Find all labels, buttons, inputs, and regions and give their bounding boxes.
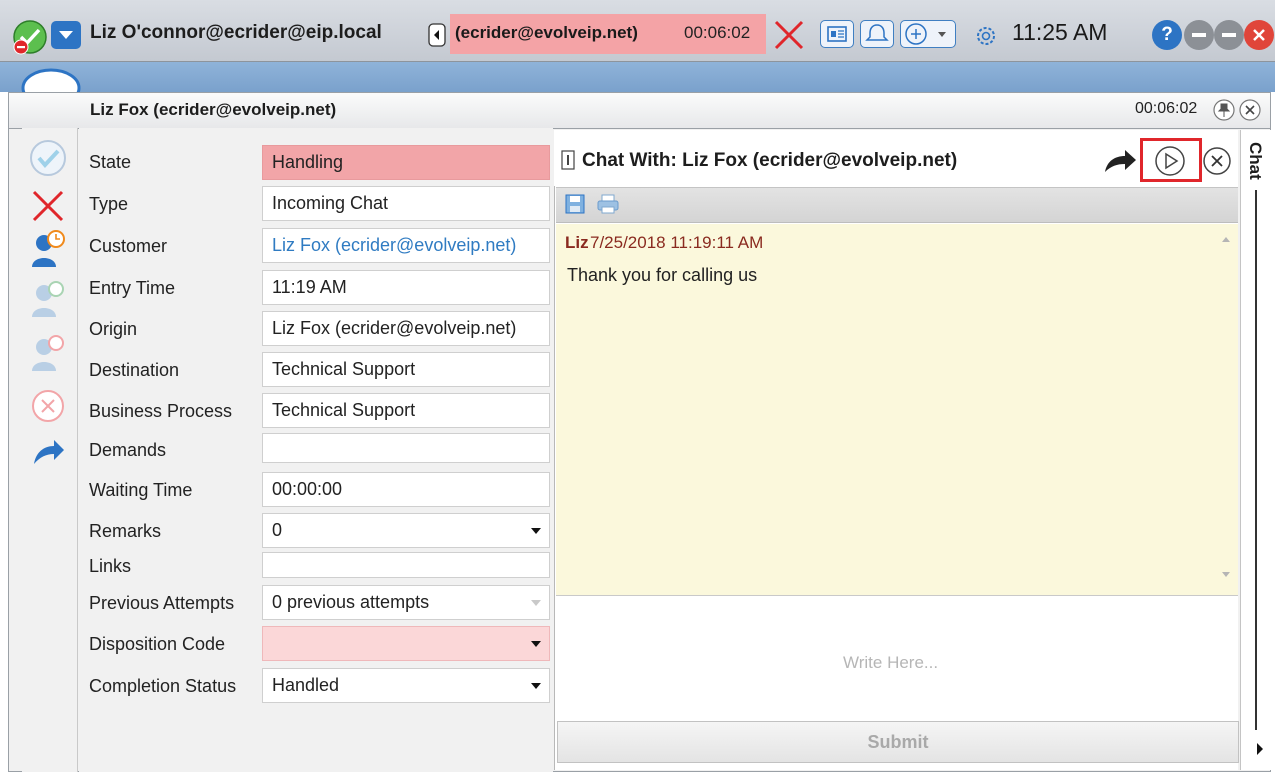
close-icon	[1253, 29, 1265, 41]
customer-label: Customer	[89, 236, 168, 256]
collapse-left-icon[interactable]	[428, 23, 446, 47]
contact-card-icon	[827, 26, 847, 42]
clock: 11:25 AM	[1012, 19, 1108, 45]
conference-agent-button[interactable]	[26, 332, 70, 372]
chevron-down-icon	[531, 640, 541, 647]
chat-side-tab-label: Chat	[1246, 142, 1265, 180]
chat-toolbar	[556, 187, 1238, 223]
compose-placeholder: Write Here...	[843, 653, 939, 672]
demands-field	[262, 433, 550, 463]
business-process-label: Business Process	[89, 401, 233, 421]
remarks-value: 0	[272, 520, 283, 540]
type-field: Incoming Chat	[262, 186, 550, 221]
callback-agent-button[interactable]	[26, 228, 70, 268]
forward-arrow-icon	[34, 440, 64, 464]
collapse-chat-icon[interactable]	[561, 150, 575, 170]
submit-button[interactable]: Submit	[557, 721, 1239, 763]
remarks-select[interactable]: 0	[262, 513, 550, 548]
chevron-down-icon	[531, 682, 541, 689]
scroll-up-icon[interactable]	[1220, 234, 1232, 244]
transfer-chat-icon[interactable]	[1102, 144, 1140, 176]
state-label: State	[89, 152, 132, 172]
origin-field: Liz Fox (ecrider@evolveip.net)	[262, 311, 550, 346]
minimize-window-button[interactable]	[1184, 20, 1214, 50]
state-field: Handling	[262, 145, 550, 180]
active-interaction-label: (ecrider@evolveip.net)	[455, 23, 638, 42]
type-label: Type	[89, 194, 129, 214]
add-circle-icon	[905, 23, 946, 45]
links-label: Links	[89, 556, 132, 576]
print-icon[interactable]	[596, 193, 620, 215]
window-separator	[0, 62, 1275, 92]
demands-label: Demands	[89, 440, 167, 460]
agent-clock-icon	[32, 230, 65, 267]
save-icon[interactable]	[564, 193, 586, 215]
previous-attempts-select[interactable]: 0 previous attempts	[262, 585, 550, 620]
contact-card-button[interactable]	[820, 20, 854, 48]
completion-status-label: Completion Status	[89, 676, 237, 696]
entry-time-label: Entry Time	[89, 278, 176, 298]
transfer-agent-button[interactable]	[26, 278, 70, 318]
top-bar: Liz O'connor@ecrider@eip.local (ecrider@…	[0, 0, 1275, 62]
chat-title: Chat With: Liz Fox (ecrider@evolveip.net…	[582, 150, 958, 171]
close-interaction-window-icon[interactable]	[1238, 98, 1262, 122]
active-interaction-timer: 00:06:02	[684, 23, 751, 42]
agent-status-icon[interactable]	[12, 19, 48, 55]
pin-icon[interactable]	[1212, 98, 1236, 122]
maximize-icon	[1222, 33, 1236, 37]
message-timestamp: 7/25/2018 11:19:11 AM	[590, 233, 764, 252]
maximize-window-button[interactable]	[1214, 20, 1244, 50]
settings-gear-icon[interactable]	[973, 23, 999, 49]
message-author: Liz	[565, 233, 589, 252]
business-process-field: Technical Support	[262, 393, 550, 428]
message-text: Thank you for calling us	[567, 265, 758, 285]
agent-name: Liz O'connor@ecrider@eip.local	[90, 22, 382, 43]
reject-x-icon	[32, 190, 64, 222]
scroll-down-icon[interactable]	[1220, 570, 1232, 580]
destination-field: Technical Support	[262, 352, 550, 387]
help-button[interactable]: ?	[1152, 20, 1182, 50]
minimize-icon	[1192, 33, 1206, 37]
play-send-icon[interactable]	[1152, 144, 1188, 178]
close-window-button[interactable]	[1244, 20, 1274, 50]
interaction-title: Liz Fox (ecrider@evolveip.net)	[90, 100, 337, 119]
chevron-down-icon	[531, 599, 541, 606]
links-field	[262, 552, 550, 578]
agent-conference-icon	[32, 335, 64, 371]
chevron-down-icon	[531, 527, 541, 534]
cancel-button[interactable]	[26, 386, 70, 426]
disposition-code-select[interactable]	[262, 626, 550, 661]
agent-menu-dropdown-icon[interactable]	[50, 20, 82, 50]
cancel-circle-icon	[32, 390, 64, 422]
accept-check-icon	[30, 140, 66, 176]
expand-right-icon[interactable]	[1254, 740, 1266, 758]
customer-link[interactable]: Liz Fox (ecrider@evolveip.net)	[262, 228, 550, 263]
side-tab-divider	[1255, 190, 1257, 730]
bell-icon	[865, 24, 889, 41]
disposition-code-label: Disposition Code	[89, 634, 226, 654]
waiting-time-label: Waiting Time	[89, 480, 193, 500]
notifications-button[interactable]	[860, 20, 894, 48]
entry-time-field: 11:19 AM	[262, 270, 550, 305]
reject-button[interactable]	[26, 186, 70, 226]
previous-attempts-label: Previous Attempts	[89, 593, 235, 613]
completion-status-value: Handled	[272, 675, 340, 695]
origin-label: Origin	[89, 319, 138, 339]
destination-label: Destination	[89, 360, 180, 380]
forward-button[interactable]	[26, 432, 70, 472]
previous-attempts-value: 0 previous attempts	[272, 592, 430, 612]
accept-button[interactable]	[26, 138, 70, 178]
completion-status-select[interactable]: Handled	[262, 668, 550, 703]
end-chat-icon[interactable]	[1200, 144, 1234, 178]
waiting-time-field: 00:00:00	[262, 472, 550, 507]
new-interaction-button[interactable]	[900, 20, 956, 48]
remarks-label: Remarks	[89, 521, 162, 541]
help-label: ?	[1161, 24, 1173, 45]
agent-transfer-icon	[32, 281, 64, 317]
close-interaction-icon[interactable]	[772, 18, 806, 52]
interaction-timer: 00:06:02	[1135, 100, 1198, 117]
